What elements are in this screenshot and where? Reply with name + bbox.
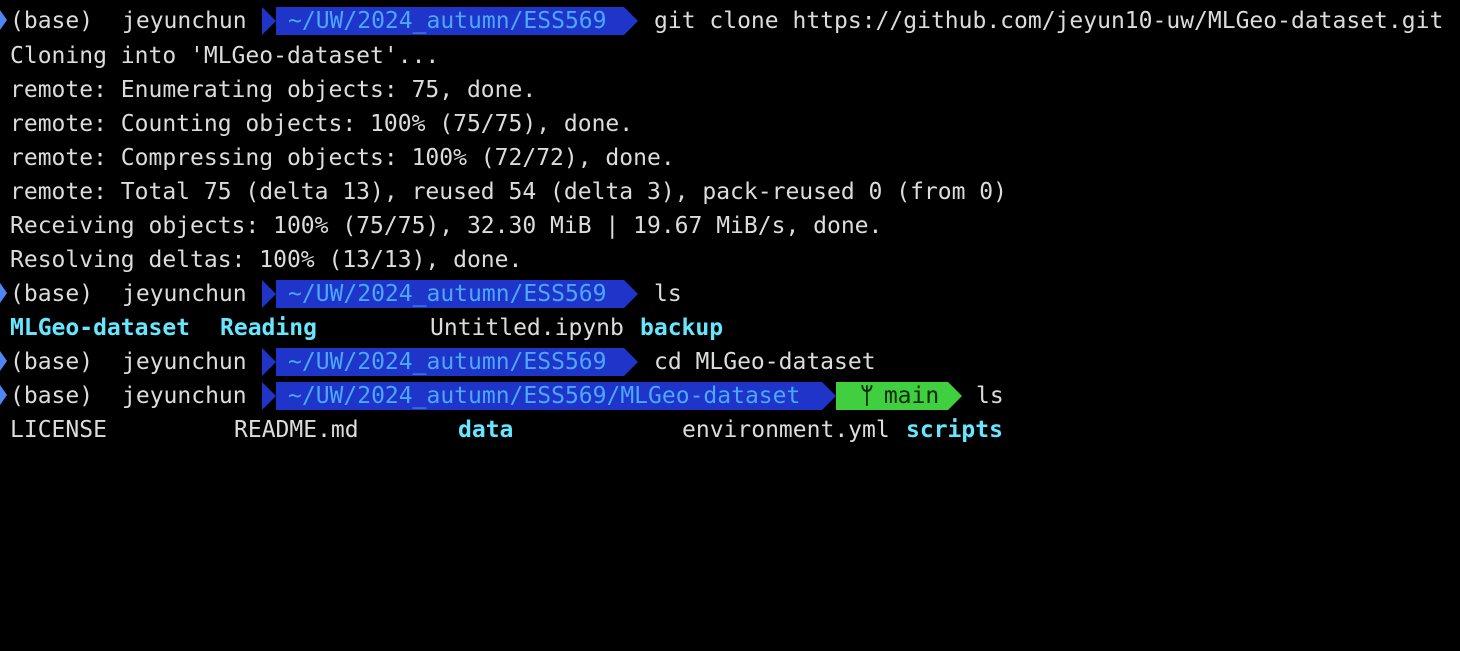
git-branch-icon: ᛘ — [860, 383, 874, 409]
segment-arrow-icon — [822, 382, 836, 410]
cwd-path: ~/UW/2024_autumn/ESS569/MLGeo-dataset — [288, 383, 801, 409]
output-line: remote: Compressing objects: 100% (72/72… — [10, 145, 675, 171]
git-branch-segment: ᛘ main — [836, 382, 962, 410]
conda-env: (base) — [10, 8, 94, 34]
segment-arrow-icon — [262, 7, 276, 35]
output-line: Receiving objects: 100% (75/75), 32.30 M… — [10, 213, 883, 239]
segment-arrow-icon — [624, 7, 638, 35]
username: jeyunchun — [122, 383, 247, 409]
conda-env: (base) — [10, 281, 94, 307]
username: jeyunchun — [122, 281, 247, 307]
cwd-path: ~/UW/2024_autumn/ESS569 — [288, 281, 607, 307]
command-text: cd MLGeo-dataset — [654, 349, 876, 375]
file-entry: README.md — [234, 417, 359, 443]
prompt-marker-icon — [0, 385, 7, 405]
ls-output-line: LICENSE README.md data environment.yml s… — [0, 413, 1460, 447]
segment-arrow-icon — [624, 348, 638, 376]
terminal-window[interactable]: (base) jeyunchun ~/UW/2024_autumn/ESS569… — [0, 0, 1460, 446]
command-text: ls — [976, 383, 1004, 409]
directory-entry: backup — [640, 315, 724, 341]
output-line: Cloning into 'MLGeo-dataset'... — [10, 43, 440, 69]
cwd-segment: ~/UW/2024_autumn/ESS569 — [262, 7, 638, 35]
branch-name: main — [883, 383, 940, 409]
prompt-marker-icon — [0, 10, 7, 30]
conda-env: (base) — [10, 349, 94, 375]
output-line: remote: Counting objects: 100% (75/75), … — [10, 111, 634, 137]
username: jeyunchun — [122, 349, 247, 375]
directory-entry: data — [458, 417, 514, 443]
segment-arrow-icon — [262, 382, 276, 410]
cwd-path: ~/UW/2024_autumn/ESS569 — [288, 8, 607, 34]
segment-arrow-icon — [262, 348, 276, 376]
directory-entry: scripts — [906, 417, 1003, 443]
prompt-line: (base) jeyunchun ~/UW/2024_autumn/ESS569… — [0, 345, 1460, 379]
command-text: ls — [654, 281, 682, 307]
cwd-path: ~/UW/2024_autumn/ESS569 — [288, 349, 607, 375]
directory-entry: MLGeo-dataset — [10, 315, 191, 341]
conda-env: (base) — [10, 383, 94, 409]
prompt-marker-icon — [0, 351, 7, 371]
segment-arrow-icon — [624, 280, 638, 308]
cwd-segment: ~/UW/2024_autumn/ESS569 — [262, 348, 638, 376]
segment-arrow-icon — [948, 382, 962, 410]
cwd-segment: ~/UW/2024_autumn/ESS569 — [262, 280, 638, 308]
prompt-line: (base) jeyunchun ~/UW/2024_autumn/ESS569… — [0, 379, 1460, 413]
file-entry: environment.yml — [682, 417, 890, 443]
output-line: remote: Enumerating objects: 75, done. — [10, 77, 537, 103]
file-entry: Untitled.ipynb — [430, 315, 624, 341]
output-line: remote: Total 75 (delta 13), reused 54 (… — [10, 179, 1007, 205]
segment-arrow-icon — [262, 280, 276, 308]
prompt-line: (base) jeyunchun ~/UW/2024_autumn/ESS569… — [0, 277, 1460, 311]
output-line: Resolving deltas: 100% (13/13), done. — [10, 247, 523, 273]
file-entry: LICENSE — [10, 417, 107, 443]
username: jeyunchun — [122, 8, 247, 34]
command-text: git clone https://github.com/jeyun10-uw/… — [654, 8, 1444, 34]
directory-entry: Reading — [220, 315, 317, 341]
cwd-segment: ~/UW/2024_autumn/ESS569/MLGeo-dataset — [262, 382, 836, 410]
ls-output-line: MLGeo-dataset Reading Untitled.ipynb bac… — [0, 311, 1460, 345]
prompt-marker-icon — [0, 283, 7, 303]
prompt-line: (base) jeyunchun ~/UW/2024_autumn/ESS569… — [0, 4, 1460, 38]
